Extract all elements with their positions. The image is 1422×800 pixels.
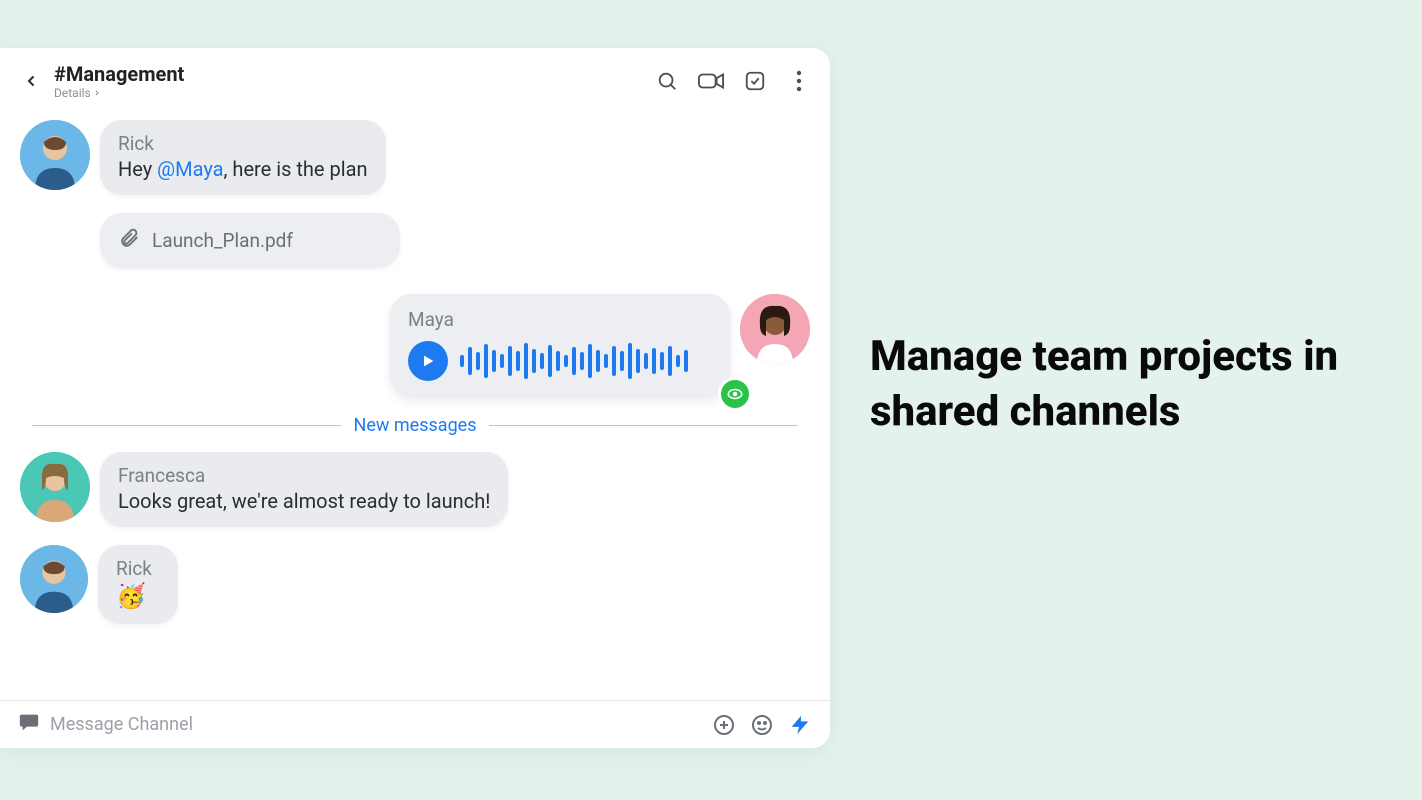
attachment-pill[interactable]: Launch_Plan.pdf: [100, 213, 400, 268]
avatar[interactable]: [20, 120, 90, 190]
tasks-icon[interactable]: [742, 68, 768, 94]
channel-title-block: #Management Details: [54, 62, 654, 100]
message-text: Hey @Maya, here is the plan: [118, 157, 368, 181]
message-group: Rick Hey @Maya, here is the plan Launch_…: [20, 120, 810, 268]
waveform[interactable]: [460, 341, 688, 381]
message-composer: Message Channel: [0, 700, 830, 748]
sender-name: Maya: [408, 308, 712, 331]
search-icon[interactable]: [654, 68, 680, 94]
channel-details-link[interactable]: Details: [54, 86, 654, 100]
new-messages-divider: New messages: [20, 415, 810, 436]
marketing-headline: Manage team projects in shared channels: [870, 330, 1380, 439]
voice-controls: [408, 341, 712, 381]
message-list: Rick Hey @Maya, here is the plan Launch_…: [0, 110, 830, 700]
message-row: Maya: [20, 294, 810, 397]
message-bubble[interactable]: Francesca Looks great, we're almost read…: [100, 452, 508, 527]
header-actions: [654, 68, 812, 94]
message-bubble[interactable]: Rick Hey @Maya, here is the plan: [100, 120, 386, 195]
composer-actions: [712, 713, 812, 737]
message-bubble[interactable]: Rick 🥳: [98, 545, 178, 624]
add-attachment-icon[interactable]: [712, 713, 736, 737]
message-emoji: 🥳: [116, 582, 160, 610]
chat-bubble-icon: [18, 711, 40, 738]
channel-details-label: Details: [54, 86, 91, 100]
composer-input-area[interactable]: Message Channel: [18, 711, 700, 738]
video-call-icon[interactable]: [698, 68, 724, 94]
voice-message-bubble[interactable]: Maya: [390, 294, 730, 397]
mention[interactable]: @Maya: [157, 157, 223, 181]
avatar[interactable]: [740, 294, 810, 364]
emoji-picker-icon[interactable]: [750, 713, 774, 737]
play-button[interactable]: [408, 341, 448, 381]
sender-name: Rick: [118, 132, 368, 155]
avatar[interactable]: [20, 545, 88, 613]
message-row: Rick Hey @Maya, here is the plan: [20, 120, 810, 195]
avatar[interactable]: [20, 452, 90, 522]
seen-indicator-icon: [718, 377, 752, 411]
composer-placeholder: Message Channel: [50, 714, 193, 735]
divider-label: New messages: [353, 415, 476, 436]
message-row: Rick 🥳: [20, 545, 810, 624]
sender-name: Rick: [116, 557, 160, 580]
back-icon[interactable]: [18, 68, 44, 94]
message-row: Francesca Looks great, we're almost read…: [20, 452, 810, 527]
message-text: Looks great, we're almost ready to launc…: [118, 489, 490, 513]
sender-name: Francesca: [118, 464, 490, 487]
more-icon[interactable]: [786, 68, 812, 94]
paperclip-icon: [118, 227, 140, 254]
chat-window: #Management Details: [0, 48, 830, 748]
attachment-filename: Launch_Plan.pdf: [152, 229, 293, 252]
send-lightning-icon[interactable]: [788, 713, 812, 737]
channel-header: #Management Details: [0, 48, 830, 110]
channel-title: #Management: [54, 62, 654, 86]
